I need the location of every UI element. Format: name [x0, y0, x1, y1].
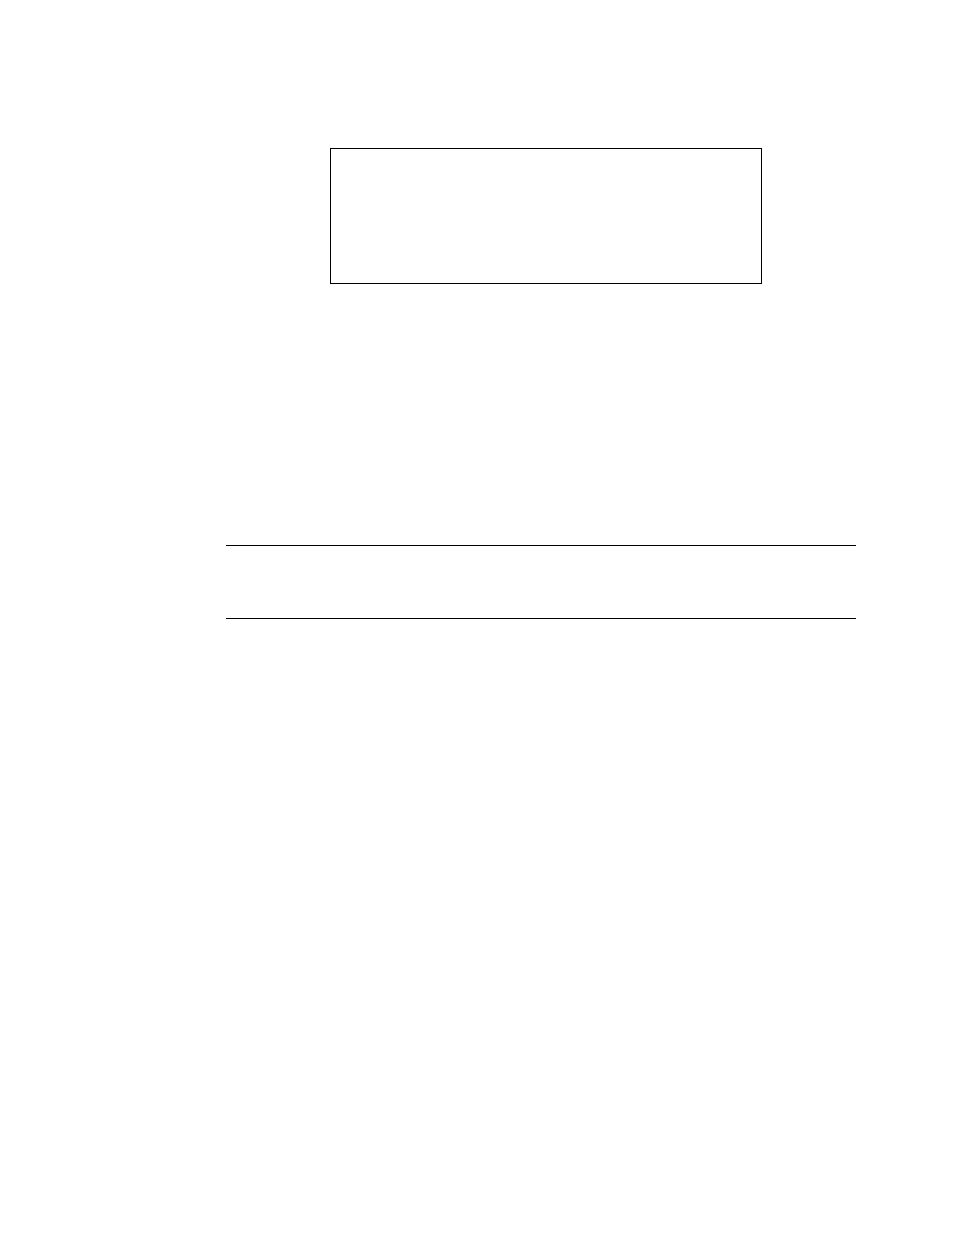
horizontal-rule-2 — [226, 618, 856, 619]
empty-bordered-box — [330, 148, 762, 284]
horizontal-rule-1 — [226, 545, 856, 546]
